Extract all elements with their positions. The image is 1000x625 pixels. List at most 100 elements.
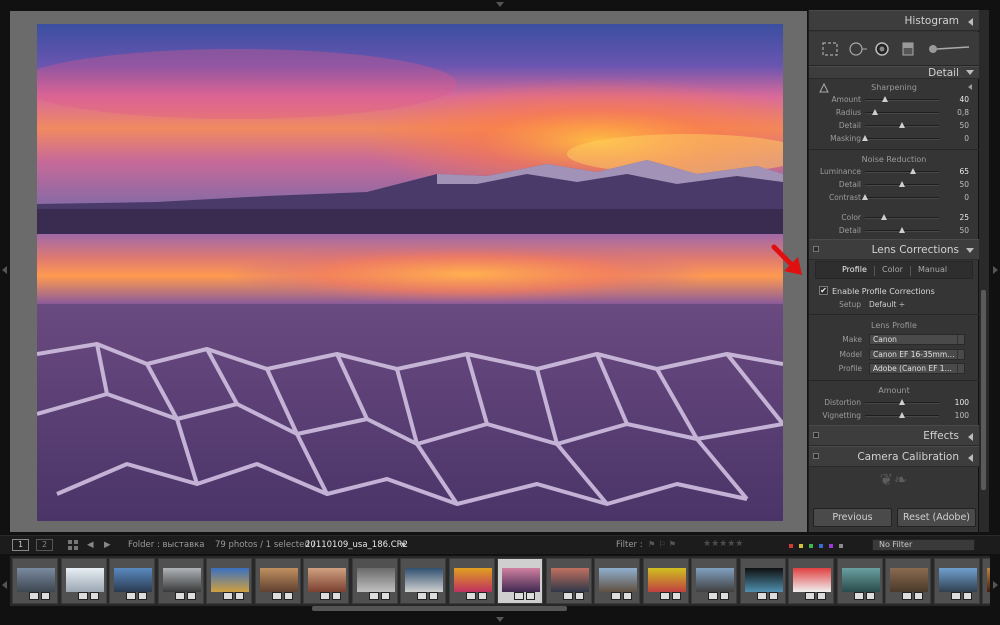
selected-filename[interactable]: 20110109_usa_186.CR2	[305, 540, 408, 550]
crop-badge-icon[interactable]	[526, 592, 535, 600]
slider-knob[interactable]	[872, 109, 879, 115]
slider-value[interactable]: 100	[955, 398, 969, 407]
slider-value[interactable]: 25	[959, 213, 969, 222]
crop-badge-icon[interactable]	[429, 592, 438, 600]
slider-knob[interactable]	[899, 412, 905, 418]
flag-filter-icon[interactable]: ⚑ ⚐ ⚑	[648, 540, 676, 550]
filmstrip-thumbnail[interactable]	[836, 558, 883, 604]
develop-settings-badge-icon[interactable]	[902, 592, 912, 600]
develop-settings-badge-icon[interactable]	[271, 592, 282, 600]
develop-settings-badge-icon[interactable]	[368, 592, 379, 600]
panel-switch-icon[interactable]	[813, 432, 819, 438]
develop-settings-badge-icon[interactable]	[708, 592, 718, 600]
left-panel-toggle-icon[interactable]	[2, 266, 7, 274]
camera-calibration-header[interactable]: Camera Calibration	[809, 446, 979, 467]
filmstrip-thumbnail[interactable]	[303, 558, 349, 604]
grid-view-icon[interactable]	[68, 540, 78, 550]
slider-value[interactable]: 50	[959, 180, 969, 189]
slider-detail[interactable]: Detail 50	[809, 120, 979, 132]
crop-badge-icon[interactable]	[914, 592, 923, 600]
tab-manual[interactable]: Manual	[918, 265, 947, 274]
make-stepper-icon[interactable]	[957, 335, 965, 344]
filmstrip-thumbnail[interactable]	[60, 558, 107, 604]
crop-tool-icon[interactable]	[821, 41, 839, 57]
enable-profile-corrections-label[interactable]: Enable Profile Corrections	[832, 287, 935, 296]
crop-badge-icon[interactable]	[138, 592, 147, 600]
panel-switch-icon[interactable]	[813, 453, 819, 459]
filmstrip-thumbnail[interactable]	[933, 558, 980, 604]
filmstrip-thumbnail[interactable]	[400, 558, 446, 604]
panel-switch-icon[interactable]	[813, 246, 819, 252]
slider-value[interactable]: 0	[964, 193, 969, 202]
filmstrip-thumbnail[interactable]	[788, 558, 834, 604]
slider-knob[interactable]	[899, 181, 905, 187]
develop-settings-badge-icon[interactable]	[805, 592, 815, 600]
develop-settings-badge-icon[interactable]	[562, 592, 573, 600]
tab-color[interactable]: Color	[882, 265, 903, 274]
bottom-panel-toggle-icon[interactable]	[496, 617, 504, 622]
primary-window-button[interactable]: 1	[12, 539, 29, 551]
slider-detail[interactable]: Detail 50	[809, 225, 979, 237]
rating-filter-stars[interactable]: ★★★★★	[703, 539, 743, 549]
back-arrow-icon[interactable]: ◀	[87, 540, 94, 550]
filmstrip-thumbnail[interactable]	[982, 558, 990, 604]
filmstrip-thumbnail[interactable]	[739, 558, 786, 604]
slider-knob[interactable]	[880, 214, 887, 220]
crop-badge-icon[interactable]	[41, 592, 50, 600]
crop-badge-icon[interactable]	[865, 592, 875, 600]
lens-corrections-header[interactable]: Lens Corrections	[809, 239, 979, 260]
slider-contrast[interactable]: Contrast 0	[809, 192, 979, 204]
filmstrip-thumbnail[interactable]	[642, 558, 689, 604]
crop-badge-icon[interactable]	[623, 592, 632, 600]
develop-settings-badge-icon[interactable]	[514, 592, 524, 600]
crop-badge-icon[interactable]	[817, 592, 826, 600]
detail-header[interactable]: Detail	[809, 66, 979, 79]
develop-settings-badge-icon[interactable]	[174, 592, 185, 600]
yellow-label-filter[interactable]	[799, 544, 803, 548]
develop-settings-badge-icon[interactable]	[126, 592, 136, 600]
slider-knob[interactable]	[899, 122, 905, 128]
develop-settings-badge-icon[interactable]	[853, 592, 864, 600]
slider-knob[interactable]	[862, 135, 868, 141]
slider-value[interactable]: 0,8	[957, 108, 969, 117]
develop-settings-badge-icon[interactable]	[320, 592, 330, 600]
develop-settings-badge-icon[interactable]	[950, 592, 961, 600]
sharpening-preview-toggle-icon[interactable]	[968, 84, 972, 90]
red-label-filter[interactable]	[789, 544, 793, 548]
slider-radius[interactable]: Radius 0,8	[809, 107, 979, 119]
right-panel-toggle-icon[interactable]	[993, 266, 998, 274]
top-panel-toggle-icon[interactable]	[496, 2, 504, 7]
crop-badge-icon[interactable]	[283, 592, 293, 600]
slider-value[interactable]: 40	[959, 95, 969, 104]
profile-dropdown[interactable]: Adobe (Canon EF 1…	[869, 363, 965, 374]
tab-profile[interactable]: Profile	[842, 265, 867, 274]
filmstrip-thumbnail[interactable]	[109, 558, 155, 604]
filmstrip-thumbnail[interactable]	[691, 558, 737, 604]
slider-value[interactable]: 0	[964, 134, 969, 143]
crop-badge-icon[interactable]	[671, 592, 681, 600]
filmstrip-thumbnail[interactable]	[594, 558, 640, 604]
loupe-view[interactable]	[10, 11, 807, 532]
develop-settings-badge-icon[interactable]	[223, 592, 233, 600]
folder-label[interactable]: Folder : выставка	[128, 540, 204, 550]
spot-removal-tool-icon[interactable]	[847, 41, 867, 57]
main-photo[interactable]	[37, 24, 783, 521]
filmstrip-thumbnail[interactable]	[206, 558, 252, 604]
slider-amount[interactable]: Amount 40	[809, 94, 979, 106]
filmstrip-scroll-right-icon[interactable]	[993, 581, 998, 589]
slider-detail[interactable]: Detail 50	[809, 179, 979, 191]
slider-track[interactable]	[865, 197, 939, 199]
reset-button[interactable]: Reset (Adobe)	[897, 508, 976, 527]
develop-settings-badge-icon[interactable]	[756, 592, 767, 600]
scrollbar-thumb[interactable]	[981, 290, 986, 490]
gray-label-filter[interactable]	[839, 544, 843, 548]
histogram-header[interactable]: Histogram	[809, 10, 979, 31]
crop-badge-icon[interactable]	[768, 592, 778, 600]
model-stepper-icon[interactable]	[957, 350, 965, 359]
slider-knob[interactable]	[881, 96, 888, 102]
slider-track[interactable]	[865, 217, 939, 219]
forward-arrow-icon[interactable]: ▶	[104, 540, 111, 550]
develop-settings-badge-icon[interactable]	[417, 592, 427, 600]
slider-track[interactable]	[865, 138, 939, 140]
setup-dropdown[interactable]: Default ÷	[869, 300, 905, 309]
